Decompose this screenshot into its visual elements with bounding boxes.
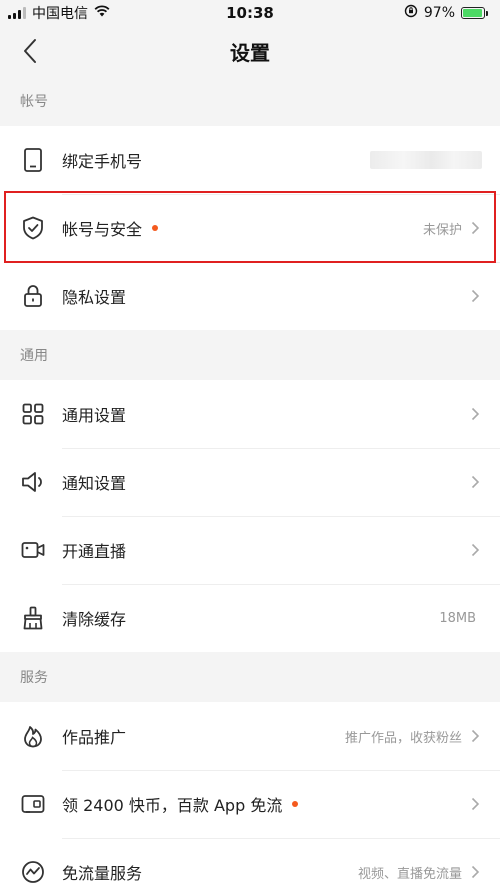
row-value: 推广作品，收获粉丝 <box>344 730 462 746</box>
chevron-right-icon <box>468 289 482 303</box>
flame-icon <box>20 723 46 749</box>
row-free-data-service[interactable]: 免流量服务 视频、直播免流量 <box>0 838 500 889</box>
section-header-account: 帐号 <box>20 94 48 110</box>
wifi-icon <box>94 5 110 21</box>
row-value: 未保护 <box>422 222 462 238</box>
row-account-security[interactable]: 帐号与安全 未保护 <box>0 194 500 262</box>
nav-bar: 设置 <box>0 26 500 76</box>
signal-icon <box>8 7 26 19</box>
battery-icon <box>461 7 488 19</box>
row-label: 免流量服务 <box>62 864 143 883</box>
broom-icon <box>20 605 46 631</box>
notification-dot <box>152 225 159 231</box>
chevron-right-icon <box>468 797 482 811</box>
row-label: 领 2400 快币，百款 App 免流 <box>62 796 283 815</box>
row-promote-works[interactable]: 作品推广 推广作品，收获粉丝 <box>0 702 500 770</box>
row-notification-settings[interactable]: 通知设置 <box>0 448 500 516</box>
chevron-right-icon <box>468 865 482 879</box>
row-coins-free-data[interactable]: 领 2400 快币，百款 App 免流 <box>0 770 500 838</box>
wallet-icon <box>20 791 46 817</box>
section-general: 通用设置 通知设置 开通直播 清除缓存 18MB <box>0 380 500 652</box>
orientation-lock-icon <box>404 4 418 22</box>
row-label: 隐私设置 <box>62 288 127 307</box>
row-privacy[interactable]: 隐私设置 <box>0 262 500 330</box>
chevron-right-icon <box>468 729 482 743</box>
shield-icon <box>20 215 46 241</box>
notification-dot <box>292 801 299 807</box>
chevron-right-icon <box>468 475 482 489</box>
back-button[interactable] <box>14 34 46 68</box>
page-title: 设置 <box>230 40 270 65</box>
row-label: 通知设置 <box>62 474 127 493</box>
phone-number-masked <box>370 151 482 169</box>
grid-icon <box>20 401 46 427</box>
chevron-right-icon <box>468 543 482 557</box>
section-account: 绑定手机号 帐号与安全 未保护 隐私设置 <box>0 126 500 330</box>
row-general-settings[interactable]: 通用设置 <box>0 380 500 448</box>
cache-size: 18MB <box>439 610 476 626</box>
section-services: 作品推广 推广作品，收获粉丝 领 2400 快币，百款 App 免流 免流量服务… <box>0 702 500 889</box>
row-start-live[interactable]: 开通直播 <box>0 516 500 584</box>
chevron-right-icon <box>468 407 482 421</box>
chevron-left-icon <box>24 39 36 63</box>
video-camera-icon <box>20 537 46 563</box>
section-header-services: 服务 <box>20 670 48 686</box>
row-label: 绑定手机号 <box>62 152 143 171</box>
row-value: 视频、直播免流量 <box>357 866 462 882</box>
clock: 10:38 <box>226 4 274 22</box>
lock-icon <box>20 283 46 309</box>
battery-percent: 97% <box>423 5 455 21</box>
row-clear-cache[interactable]: 清除缓存 18MB <box>0 584 500 652</box>
section-header-general: 通用 <box>20 348 48 364</box>
row-label: 帐号与安全 <box>62 220 143 239</box>
row-label: 通用设置 <box>62 406 127 425</box>
row-label: 开通直播 <box>62 542 127 561</box>
phone-icon <box>20 147 46 173</box>
data-wave-icon <box>20 859 46 885</box>
chevron-right-icon <box>468 221 482 235</box>
status-bar: 中国电信 10:38 97% <box>0 0 500 26</box>
speaker-icon <box>20 469 46 495</box>
carrier-label: 中国电信 <box>32 6 88 22</box>
row-label: 作品推广 <box>62 728 127 747</box>
row-label: 清除缓存 <box>62 610 127 629</box>
row-bind-phone[interactable]: 绑定手机号 <box>0 126 500 194</box>
